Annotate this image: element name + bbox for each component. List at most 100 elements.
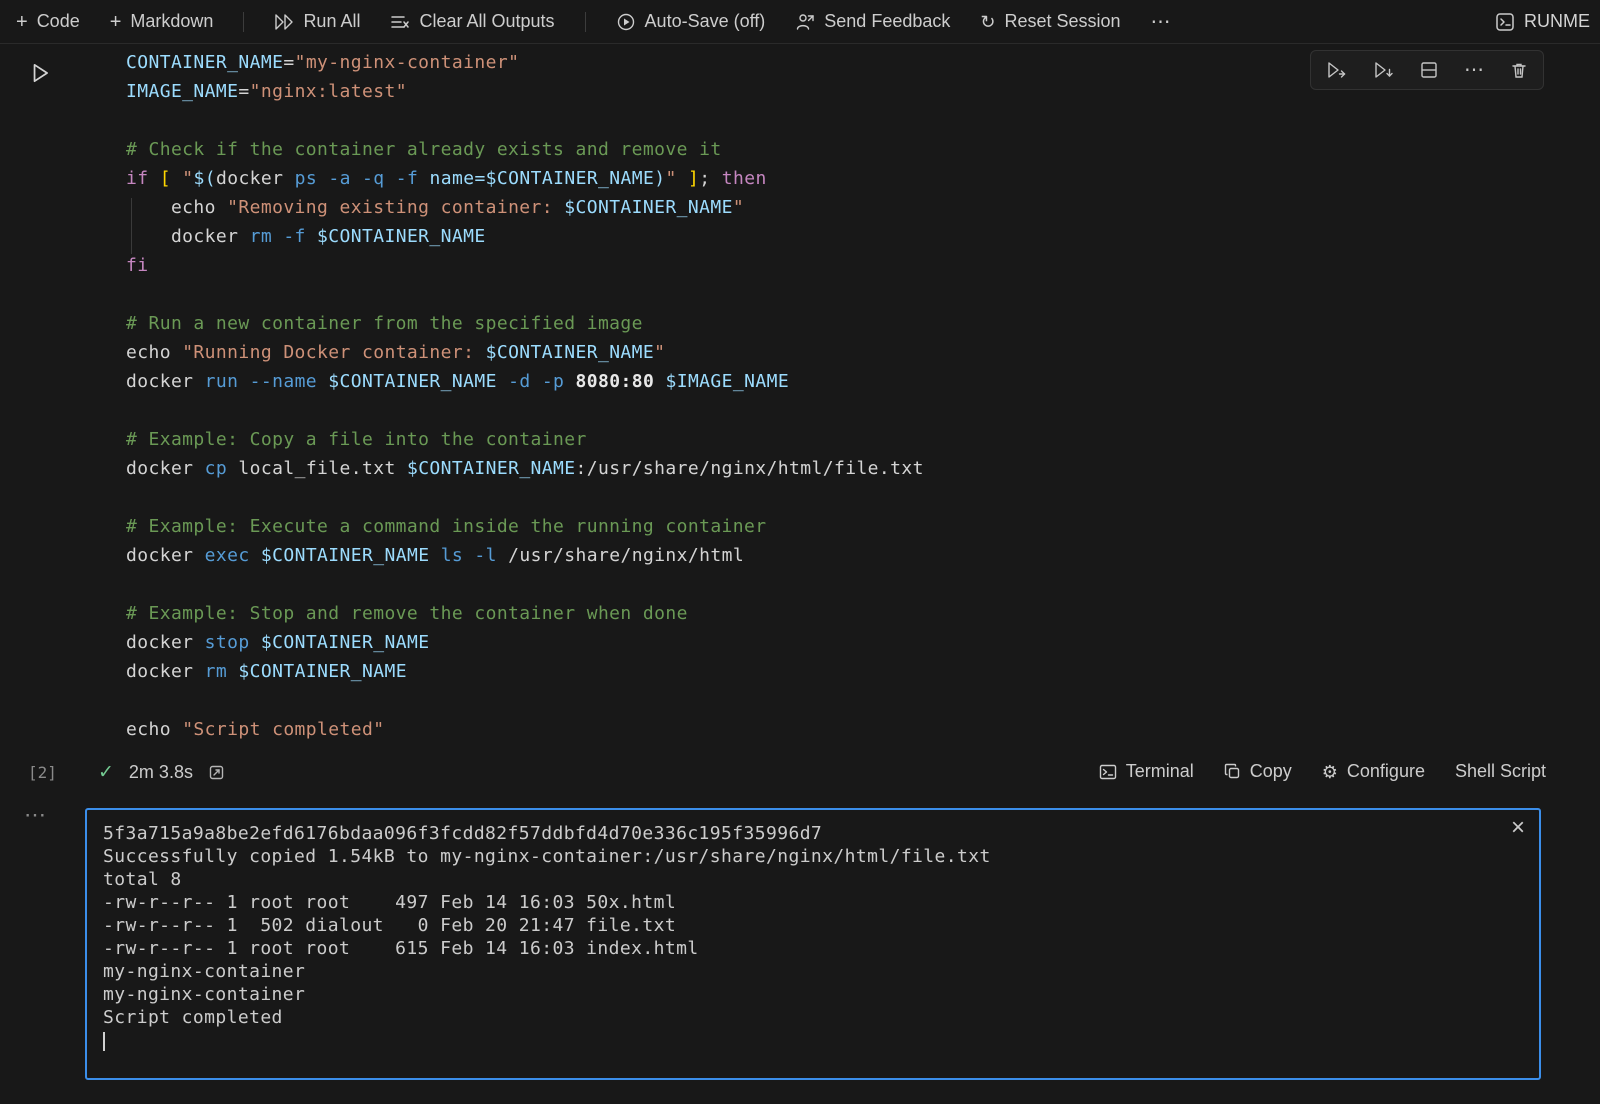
output-line: Script completed [103, 1006, 1523, 1029]
success-check-icon: ✓ [98, 761, 114, 784]
configure-label: Configure [1347, 761, 1425, 782]
runme-notebook-window: + Code + Markdown Run All Clear All Outp… [0, 0, 1600, 1104]
code-line [126, 396, 924, 425]
send-feedback-label: Send Feedback [824, 11, 950, 32]
terminal-label: Terminal [1126, 761, 1194, 782]
code-line: docker stop $CONTAINER_NAME [126, 628, 924, 657]
copy-label: Copy [1250, 761, 1292, 782]
output-text: 5f3a715a9a8be2efd6176bdaa096f3fcdd82f57d… [103, 822, 1523, 1029]
gear-icon: ⚙ [1322, 763, 1338, 781]
code-line [126, 686, 924, 715]
code-line: docker rm -f $CONTAINER_NAME [126, 222, 924, 251]
reset-session-icon: ↻ [980, 13, 995, 31]
open-output-icon [208, 764, 225, 781]
output-line: my-nginx-container [103, 960, 1523, 983]
output-line: 5f3a715a9a8be2efd6176bdaa096f3fcdd82f57d… [103, 822, 1523, 845]
code-editor[interactable]: CONTAINER_NAME="my-nginx-container"IMAGE… [126, 48, 924, 744]
reset-session-button[interactable]: ↻ Reset Session [980, 11, 1120, 32]
output-line: -rw-r--r-- 1 502 dialout 0 Feb 20 21:47 … [103, 914, 1523, 937]
code-line: echo "Script completed" [126, 715, 924, 744]
copy-icon [1224, 763, 1241, 780]
add-markdown-label: Markdown [130, 11, 213, 32]
code-line: # Example: Execute a command inside the … [126, 512, 924, 541]
language-label: Shell Script [1455, 761, 1546, 782]
clear-outputs-icon [390, 13, 410, 31]
output-line: total 8 [103, 868, 1523, 891]
execute-cell-icon [1326, 61, 1347, 79]
output-line: -rw-r--r-- 1 root root 497 Feb 14 16:03 … [103, 891, 1523, 914]
run-all-label: Run All [303, 11, 360, 32]
auto-save-label: Auto-Save (off) [645, 11, 766, 32]
notebook-toolbar: + Code + Markdown Run All Clear All Outp… [0, 0, 1600, 44]
run-cell-button[interactable] [24, 56, 58, 90]
code-line: echo "Removing existing container: $CONT… [126, 193, 924, 222]
close-output-button[interactable]: × [1511, 816, 1525, 840]
more-actions-icon: ⋯ [1464, 60, 1484, 80]
more-actions-icon: ⋯ [1151, 12, 1171, 32]
code-line: # Run a new container from the specified… [126, 309, 924, 338]
terminal-cursor [103, 1032, 105, 1051]
delete-cell-button[interactable] [1510, 61, 1528, 79]
code-line: docker exec $CONTAINER_NAME ls -l /usr/s… [126, 541, 924, 570]
cell-output-panel[interactable]: 5f3a715a9a8be2efd6176bdaa096f3fcdd82f57d… [85, 808, 1541, 1080]
code-line: echo "Running Docker container: $CONTAIN… [126, 338, 924, 367]
language-picker[interactable]: Shell Script [1455, 761, 1546, 782]
auto-save-toggle[interactable]: Auto-Save (off) [616, 11, 766, 32]
split-cell-icon [1420, 61, 1438, 79]
toolbar-more-button[interactable]: ⋯ [1151, 12, 1171, 32]
output-line: my-nginx-container [103, 983, 1523, 1006]
plus-icon: + [110, 12, 122, 32]
run-all-button[interactable]: Run All [274, 11, 360, 32]
cell-status-left: ✓ 2m 3.8s [98, 761, 225, 784]
run-all-icon [274, 13, 294, 31]
cell-more-button[interactable]: ⋯ [1464, 60, 1484, 80]
code-line: docker run --name $CONTAINER_NAME -d -p … [126, 367, 924, 396]
copy-button[interactable]: Copy [1224, 761, 1292, 782]
execute-cell-button[interactable] [1326, 61, 1347, 79]
reset-session-label: Reset Session [1004, 11, 1120, 32]
plus-icon: + [16, 12, 28, 32]
output-cursor-line [103, 1029, 1523, 1052]
toolbar-separator [243, 12, 244, 32]
code-line: # Example: Stop and remove the container… [126, 599, 924, 628]
output-more-button[interactable]: ⋯ [24, 802, 46, 828]
split-cell-button[interactable] [1420, 61, 1438, 79]
run-below-icon [1373, 61, 1394, 79]
output-line: -rw-r--r-- 1 root root 615 Feb 14 16:03 … [103, 937, 1523, 960]
terminal-button[interactable]: Terminal [1099, 761, 1194, 782]
terminal-icon [1099, 764, 1117, 780]
open-output-button[interactable] [208, 764, 225, 781]
send-feedback-button[interactable]: Send Feedback [795, 11, 950, 32]
code-line: CONTAINER_NAME="my-nginx-container" [126, 48, 924, 77]
code-line [126, 483, 924, 512]
indent-guide [131, 198, 132, 254]
configure-button[interactable]: ⚙ Configure [1322, 761, 1425, 782]
runme-brand: RUNME [1495, 11, 1590, 32]
auto-save-icon [616, 12, 636, 32]
play-icon [28, 61, 54, 85]
code-line: if [ "$(docker ps -a -q -f name=$CONTAIN… [126, 164, 924, 193]
code-line [126, 280, 924, 309]
code-line: # Check if the container already exists … [126, 135, 924, 164]
clear-all-outputs-label: Clear All Outputs [419, 11, 554, 32]
code-line: IMAGE_NAME="nginx:latest" [126, 77, 924, 106]
add-code-label: Code [37, 11, 80, 32]
more-actions-icon: ⋯ [24, 802, 46, 827]
add-markdown-button[interactable]: + Markdown [110, 11, 214, 32]
add-code-button[interactable]: + Code [16, 11, 80, 32]
trash-icon [1510, 61, 1528, 79]
cell-toolbar: ⋯ [1310, 50, 1544, 90]
code-line [126, 570, 924, 599]
clear-all-outputs-button[interactable]: Clear All Outputs [390, 11, 554, 32]
code-line: fi [126, 251, 924, 280]
cell-status-right: Terminal Copy ⚙ Configure Shell Script [1099, 761, 1546, 782]
output-line: Successfully copied 1.54kB to my-nginx-c… [103, 845, 1523, 868]
run-below-button[interactable] [1373, 61, 1394, 79]
execution-count: [2] [28, 763, 57, 782]
send-feedback-icon [795, 12, 815, 32]
toolbar-separator [585, 12, 586, 32]
cell-duration: 2m 3.8s [129, 762, 193, 783]
cell-status-bar: [2] ✓ 2m 3.8s Terminal Copy [0, 756, 1600, 792]
code-line: docker rm $CONTAINER_NAME [126, 657, 924, 686]
runme-brand-label: RUNME [1524, 11, 1590, 32]
